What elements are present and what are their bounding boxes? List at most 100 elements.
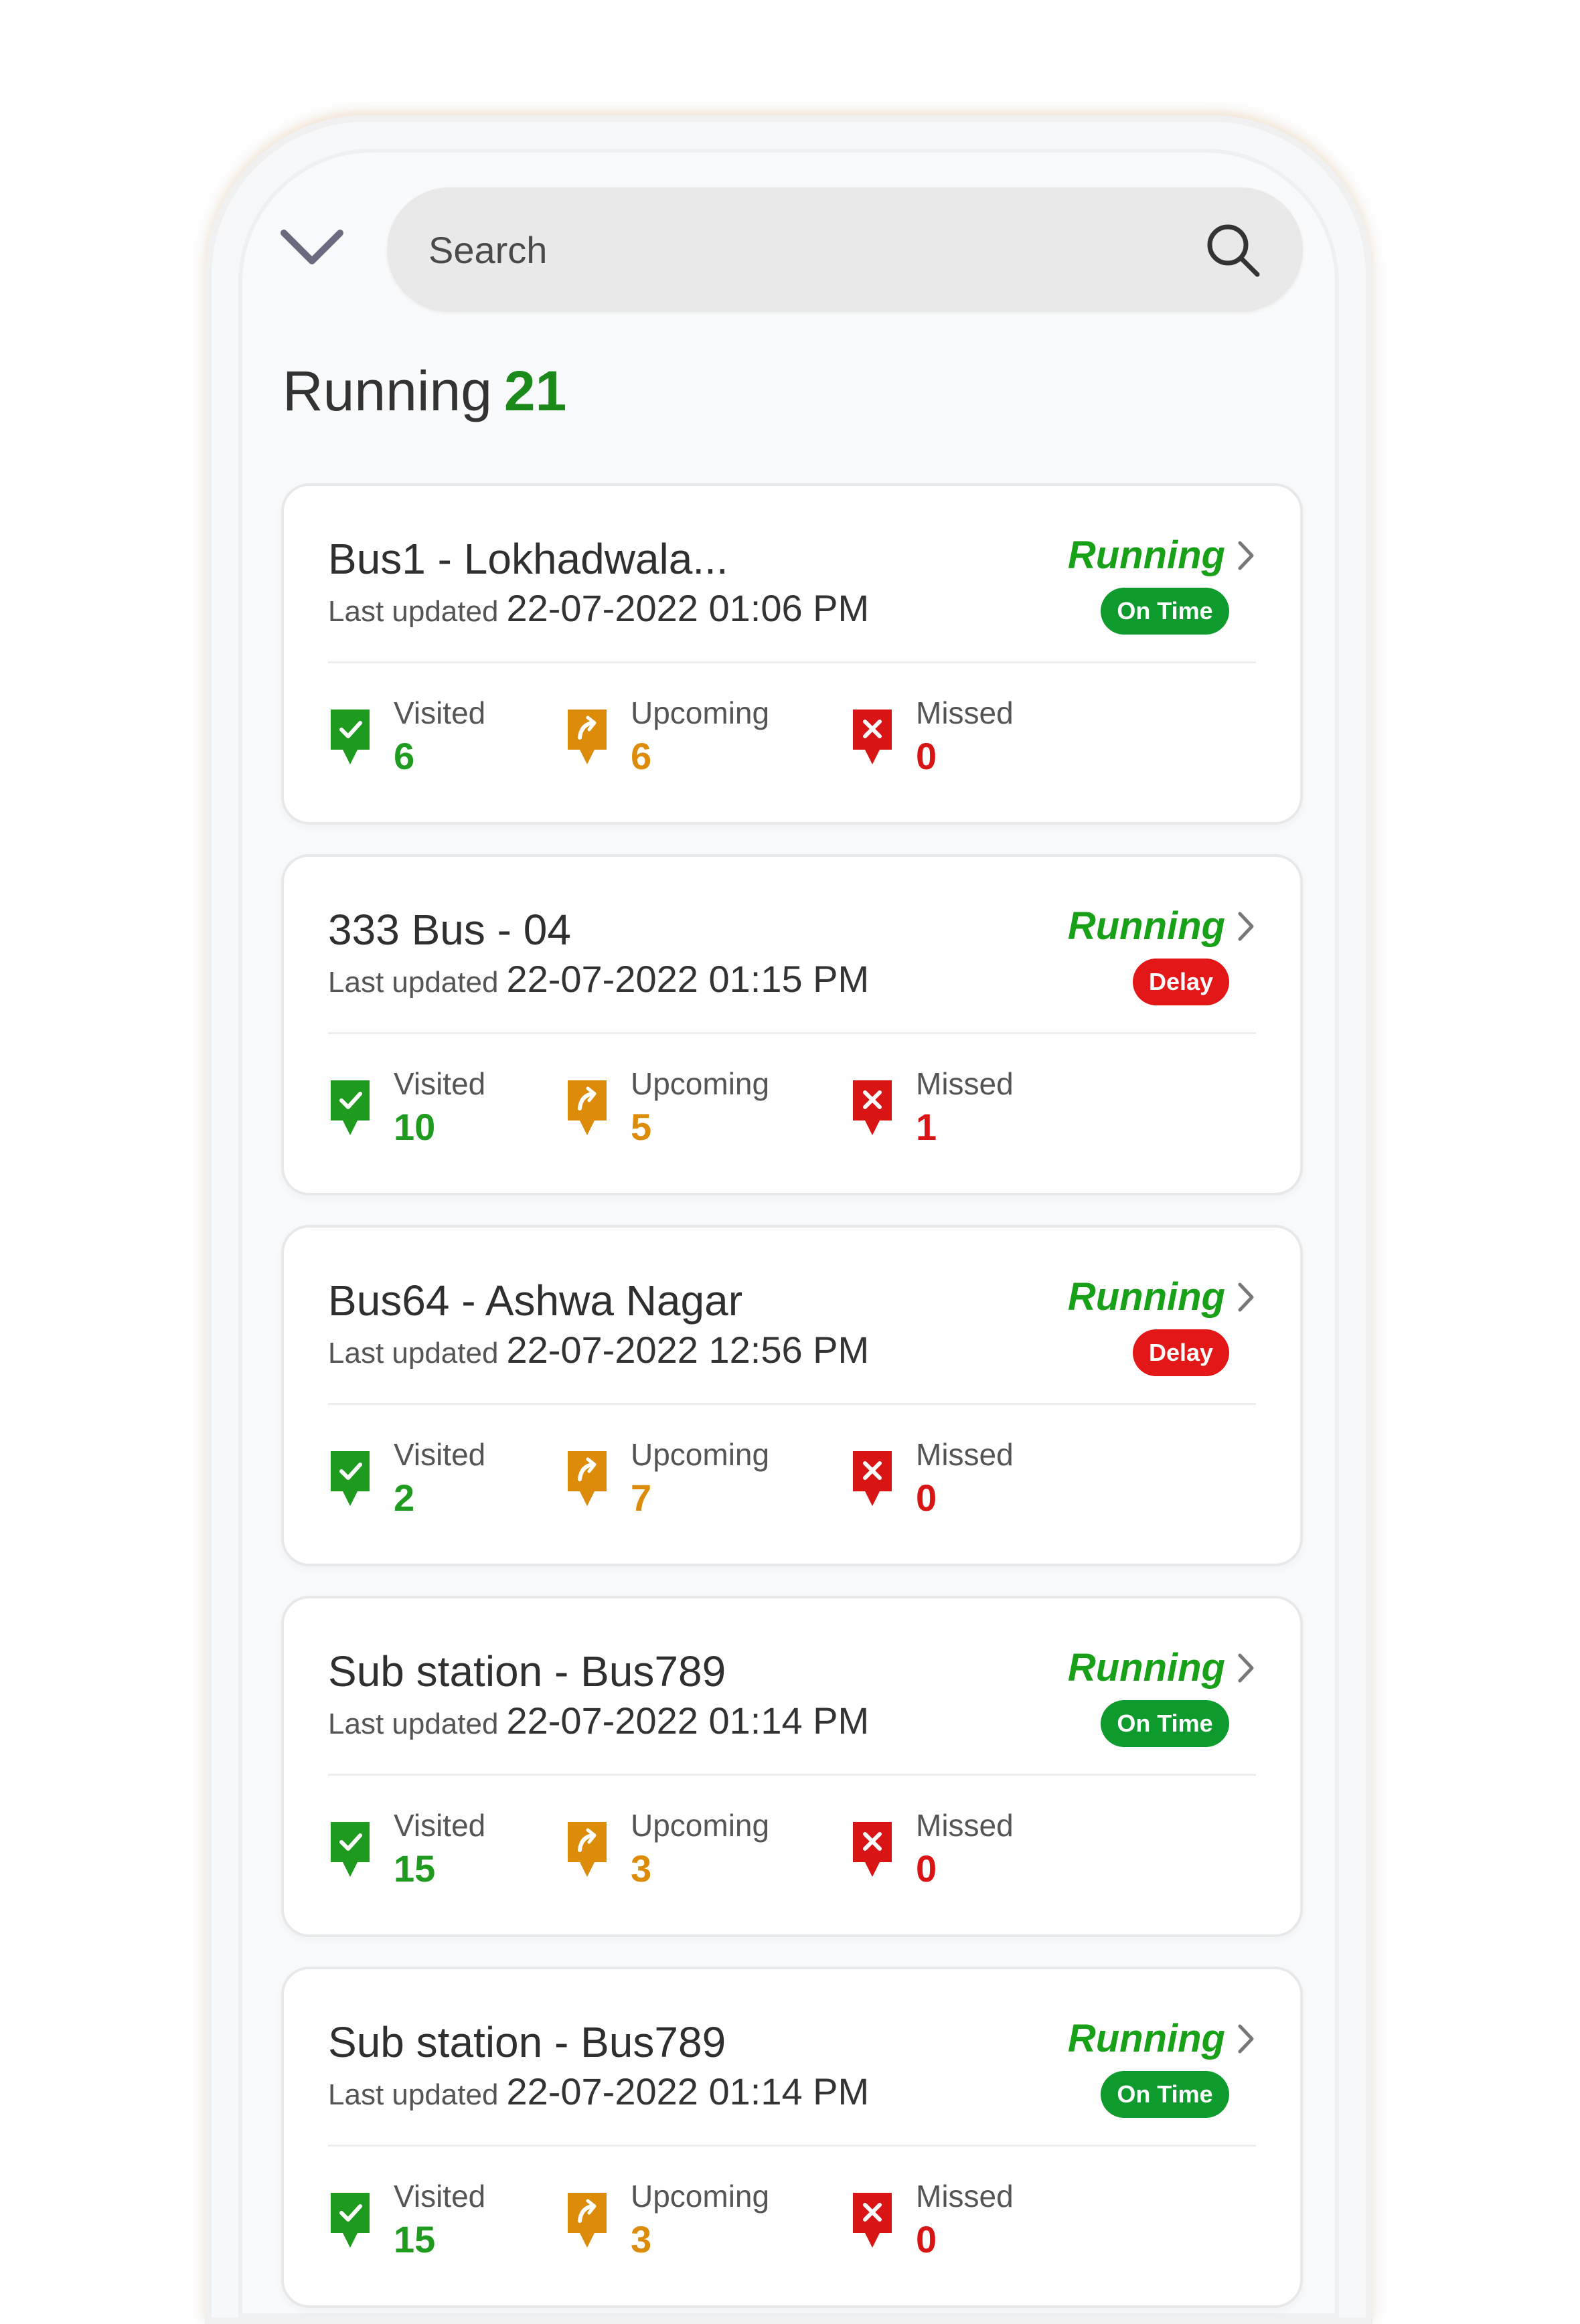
- missed-cross-icon: [853, 1451, 892, 1506]
- visited-check-icon: [331, 2193, 370, 2248]
- last-updated: Last updated 22-07-2022 01:06 PM: [328, 586, 869, 630]
- upcoming-count: 7: [631, 1476, 652, 1519]
- timing-badge: On Time: [1101, 588, 1229, 635]
- chevron-right-icon: [1238, 1653, 1254, 1682]
- visited-check-icon: [331, 1080, 370, 1135]
- timing-badge: Delay: [1133, 959, 1229, 1005]
- last-updated: Last updated 22-07-2022 01:14 PM: [328, 1699, 869, 1742]
- visited-count: 6: [394, 734, 415, 777]
- upcoming-stat: Upcoming 3: [565, 1806, 769, 1891]
- upcoming-arrow-icon: [568, 2193, 607, 2248]
- visited-stat: Visited 10: [328, 1064, 485, 1149]
- missed-label: Missed: [916, 2179, 1014, 2214]
- trip-name: Sub station - Bus789: [328, 1647, 726, 1695]
- upcoming-label: Upcoming: [631, 1808, 770, 1843]
- trip-name: Bus64 - Ashwa Nagar: [328, 1276, 742, 1325]
- trip-name: Bus1 - Lokhadwala...: [328, 535, 728, 583]
- upcoming-label: Upcoming: [631, 695, 770, 730]
- trip-name: Sub station - Bus789: [328, 2018, 726, 2066]
- card-divider: [328, 1032, 1256, 1034]
- last-updated-value: 22-07-2022 01:15 PM: [506, 958, 870, 1000]
- upcoming-label: Upcoming: [631, 1437, 770, 1472]
- last-updated: Last updated 22-07-2022 01:14 PM: [328, 2070, 869, 2113]
- visited-label: Visited: [394, 2179, 486, 2214]
- running-count: 21: [503, 359, 567, 422]
- running-label: Running: [283, 359, 492, 422]
- missed-count: 0: [916, 734, 937, 777]
- trip-status[interactable]: Running: [1068, 1274, 1256, 1319]
- missed-label: Missed: [916, 1066, 1014, 1101]
- search-bar[interactable]: [387, 187, 1303, 312]
- visited-label: Visited: [394, 1808, 486, 1843]
- upcoming-arrow-icon: [568, 1451, 607, 1506]
- timing-badge: Delay: [1133, 1329, 1229, 1376]
- trip-card[interactable]: 333 Bus - 04 Last updated 22-07-2022 01:1…: [281, 854, 1303, 1195]
- collapse-button[interactable]: [279, 221, 345, 274]
- upcoming-stat: Upcoming 6: [565, 693, 769, 778]
- missed-stat: Missed 0: [850, 1435, 1014, 1520]
- missed-stat: Missed 1: [850, 1064, 1014, 1149]
- timing-badge: On Time: [1101, 1700, 1229, 1747]
- upcoming-count: 6: [631, 734, 652, 777]
- status-text: Running: [1067, 1646, 1225, 1689]
- card-divider: [328, 2145, 1256, 2147]
- upcoming-label: Upcoming: [631, 2179, 770, 2214]
- trip-name: 333 Bus - 04: [328, 906, 571, 954]
- last-updated-label: Last updated: [328, 1708, 499, 1740]
- chevron-right-icon: [1238, 912, 1254, 940]
- missed-cross-icon: [853, 1080, 892, 1135]
- missed-count: 0: [916, 2218, 937, 2260]
- visited-check-icon: [331, 1451, 370, 1506]
- missed-stat: Missed 0: [850, 1806, 1014, 1891]
- visited-count: 15: [394, 1847, 436, 1890]
- upcoming-arrow-icon: [568, 1080, 607, 1135]
- last-updated-label: Last updated: [328, 2078, 499, 2111]
- trip-status[interactable]: Running: [1068, 2016, 1256, 2061]
- search-icon[interactable]: [1202, 220, 1263, 280]
- visited-stat: Visited 15: [328, 1806, 485, 1891]
- missed-label: Missed: [916, 695, 1014, 730]
- trip-card[interactable]: Bus64 - Ashwa Nagar Last updated 22-07-20…: [281, 1225, 1303, 1566]
- upcoming-arrow-icon: [568, 1822, 607, 1877]
- visited-label: Visited: [394, 695, 486, 730]
- status-text: Running: [1067, 2017, 1225, 2060]
- last-updated-value: 22-07-2022 01:06 PM: [506, 587, 870, 629]
- search-input[interactable]: [427, 227, 1202, 272]
- trip-status[interactable]: Running: [1068, 904, 1256, 948]
- chevron-right-icon: [1238, 2024, 1254, 2053]
- visited-check-icon: [331, 710, 370, 764]
- missed-count: 0: [916, 1476, 937, 1519]
- visited-check-icon: [331, 1822, 370, 1877]
- last-updated-value: 22-07-2022 01:14 PM: [506, 2070, 870, 2112]
- trip-card[interactable]: Sub station - Bus789 Last updated 22-07-2…: [281, 1596, 1303, 1937]
- missed-cross-icon: [853, 1822, 892, 1877]
- trip-status[interactable]: Running: [1068, 1645, 1256, 1690]
- card-divider: [328, 1774, 1256, 1776]
- visited-count: 2: [394, 1476, 415, 1519]
- upcoming-label: Upcoming: [631, 1066, 770, 1101]
- trip-card[interactable]: Sub station - Bus789 Last updated 22-07-2…: [281, 1967, 1303, 2308]
- last-updated-value: 22-07-2022 01:14 PM: [506, 1699, 870, 1742]
- last-updated: Last updated 22-07-2022 12:56 PM: [328, 1328, 869, 1372]
- upcoming-stat: Upcoming 5: [565, 1064, 769, 1149]
- last-updated-label: Last updated: [328, 966, 499, 999]
- upcoming-stat: Upcoming 3: [565, 2177, 769, 2262]
- visited-label: Visited: [394, 1437, 486, 1472]
- visited-label: Visited: [394, 1066, 486, 1101]
- status-text: Running: [1067, 1275, 1225, 1319]
- trip-card[interactable]: Bus1 - Lokhadwala... Last updated 22-07-2…: [281, 483, 1303, 825]
- visited-stat: Visited 15: [328, 2177, 485, 2262]
- top-bar: [279, 187, 1303, 312]
- missed-cross-icon: [853, 710, 892, 764]
- last-updated-label: Last updated: [328, 1337, 499, 1370]
- status-text: Running: [1067, 904, 1225, 948]
- missed-label: Missed: [916, 1808, 1014, 1843]
- visited-count: 15: [394, 2218, 436, 2260]
- trip-status[interactable]: Running: [1068, 533, 1256, 578]
- visited-count: 10: [394, 1105, 436, 1148]
- upcoming-arrow-icon: [568, 710, 607, 764]
- missed-count: 1: [916, 1105, 937, 1148]
- missed-count: 0: [916, 1847, 937, 1890]
- visited-stat: Visited 6: [328, 693, 485, 778]
- upcoming-stat: Upcoming 7: [565, 1435, 769, 1520]
